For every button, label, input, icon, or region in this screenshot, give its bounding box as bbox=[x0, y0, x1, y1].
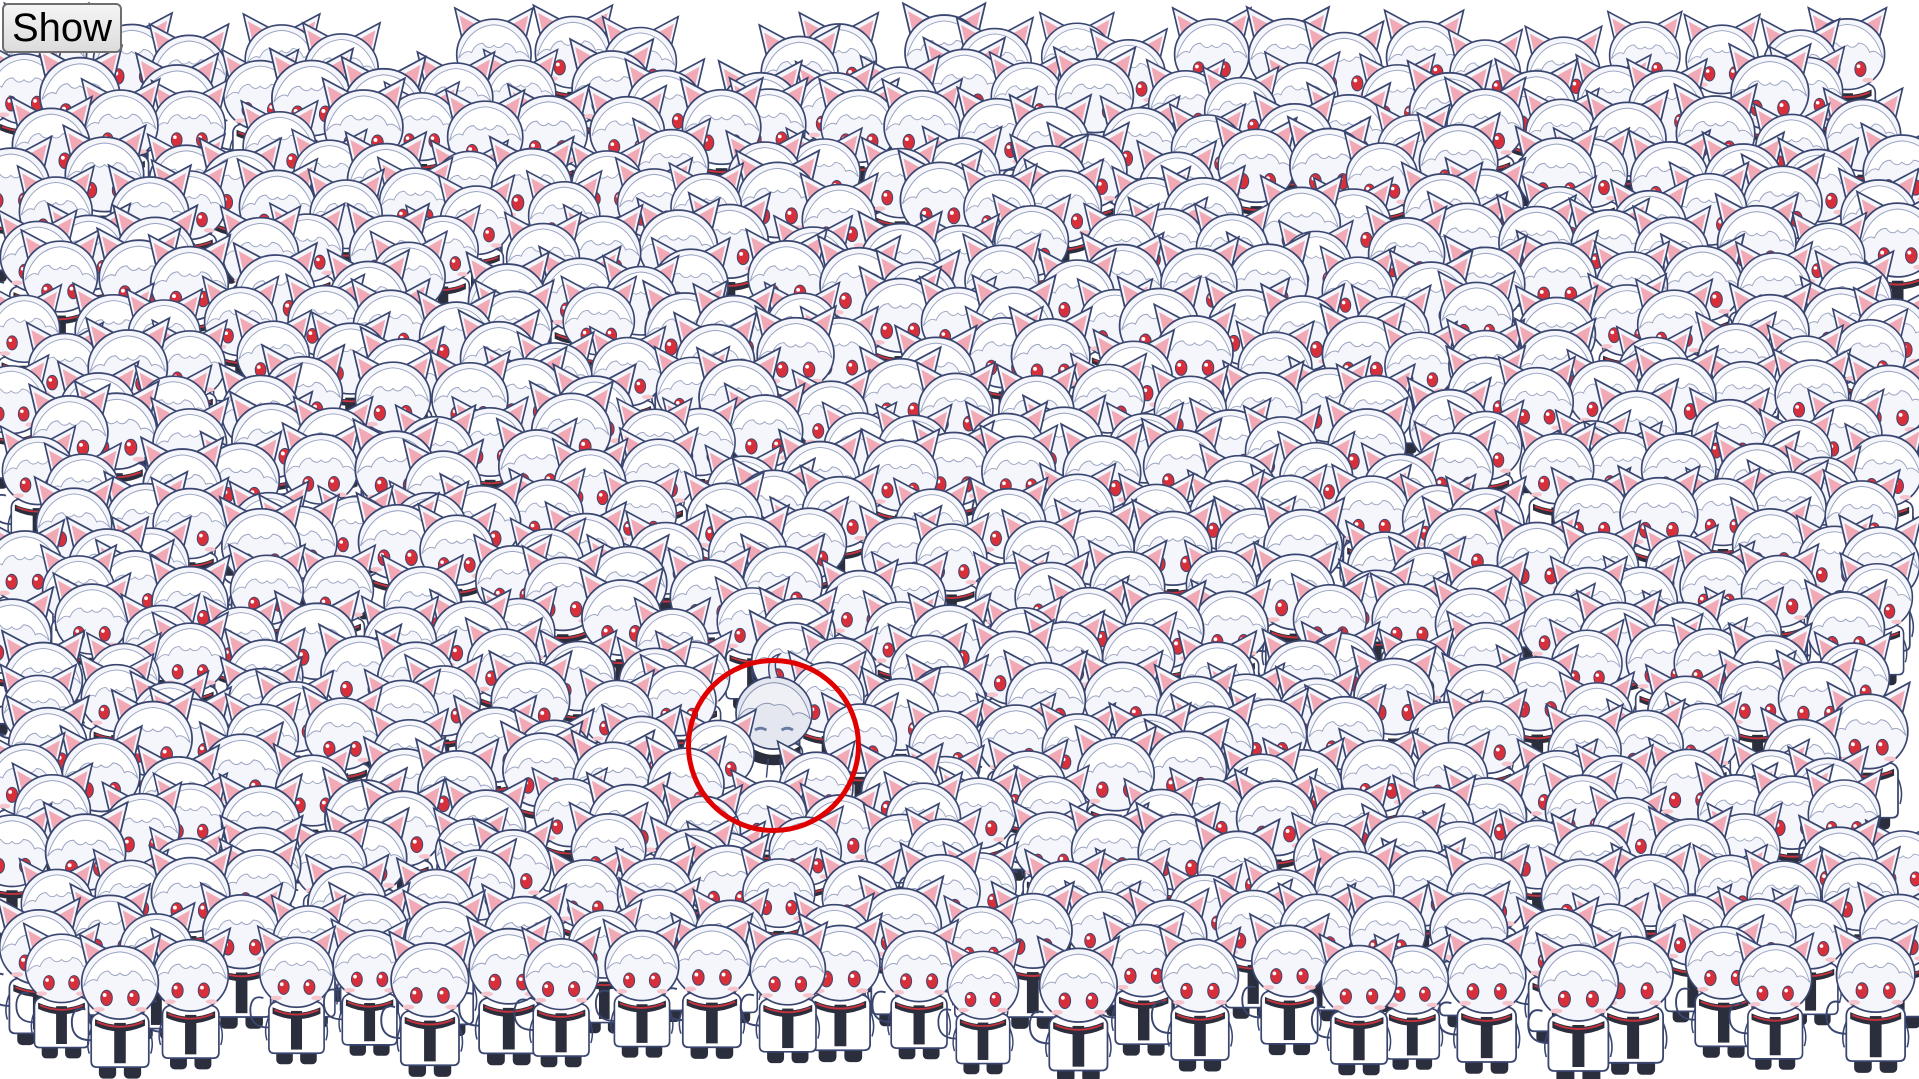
game-stage: Show bbox=[0, 0, 1919, 1079]
character-crowd bbox=[0, 2, 1919, 1079]
show-button[interactable]: Show bbox=[2, 3, 123, 53]
cat-girl-chibi-icon bbox=[937, 939, 1022, 1076]
